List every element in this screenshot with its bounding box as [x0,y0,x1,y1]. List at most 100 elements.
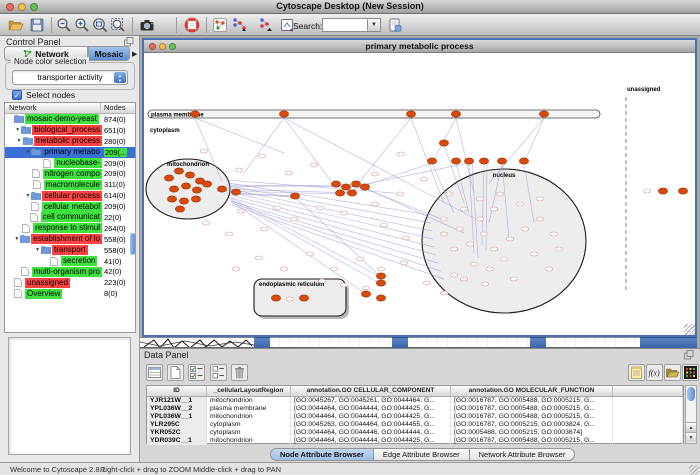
background-window-fragment[interactable] [640,337,697,348]
network-tree-row[interactable]: cellular metabol209(0) [5,201,135,212]
table-row[interactable]: YJR121W__1mitochondrion[GO:0045267, GO:0… [147,397,683,405]
network-tree-row[interactable]: response to stimul264(0) [5,223,135,234]
network-window-titlebar[interactable]: primary metabolic process [144,40,695,53]
graph-node[interactable] [279,111,288,117]
graph-node[interactable] [376,273,385,279]
graph-node[interactable] [299,295,308,301]
graph-node[interactable] [185,172,194,178]
table-mode-icon[interactable] [146,364,163,381]
function-icon[interactable]: f(x) [646,364,663,381]
graph-node[interactable] [331,181,340,187]
tab-network-attribute-browser[interactable]: Network Attribute Browser [470,448,576,461]
help-lifering-icon[interactable] [184,17,200,33]
scrollbar-thumb[interactable] [687,387,695,401]
scroll-up-arrow-icon[interactable]: ▲ [686,422,696,432]
network-tree-row[interactable]: unassigned223(0) [5,277,135,288]
matrix-icon[interactable] [682,364,699,381]
tree-expander-icon[interactable]: ▼ [34,247,41,253]
graph-node[interactable] [406,111,415,117]
table-row[interactable]: YKR052Ccytoplasm[GO:0044464, GO:0044446,… [147,429,683,437]
tree-expander-icon[interactable]: ▼ [14,127,21,133]
window-resize-grip[interactable] [684,324,695,335]
tree-expander-icon[interactable]: ▼ [13,236,20,242]
graph-node[interactable] [658,188,667,194]
select-attributes-icon[interactable] [188,364,205,381]
table-column-header[interactable]: annotation.GO MOLECULAR_FUNCTION [451,386,613,396]
edit-network-icon-2[interactable] [258,17,274,33]
import-folder-icon[interactable] [664,364,681,381]
scroll-down-arrow-icon[interactable]: ▼ [686,432,696,442]
compartment-plasma-membrane[interactable] [148,110,600,118]
network-tree-row[interactable]: macromolecule311(0) [5,179,135,190]
graph-node[interactable] [191,196,200,202]
snapshot-camera-icon[interactable] [139,17,155,33]
graph-node[interactable] [190,111,199,117]
birds-eye-view[interactable] [8,337,131,455]
graph-node[interactable] [169,186,178,192]
graph-node[interactable] [479,158,488,164]
graph-node[interactable] [202,181,211,187]
graph-node[interactable] [290,193,299,199]
background-window-fragment[interactable] [546,337,640,348]
table-row[interactable]: YPL036W__2plasma membrane[GO:0044464, GO… [147,405,683,413]
network-canvas[interactable]: plasma membranecytoplasmmitochondrionnuc… [144,53,695,335]
graph-node[interactable] [347,190,356,196]
table-row[interactable]: YDR039C__1mitochondrion[GO:0044464, GO:0… [147,437,683,445]
graph-node[interactable] [231,189,240,195]
network-tree-row[interactable]: ▼transport558(0) [5,245,135,256]
graph-node[interactable] [376,295,385,301]
zoom-in-icon[interactable] [74,17,90,33]
network-tree-row[interactable]: ▼metabolic process280(0) [5,136,135,147]
graph-node[interactable] [174,168,183,174]
graph-node[interactable] [181,183,190,189]
graph-node[interactable] [175,206,184,212]
delete-attribute-icon[interactable] [231,364,248,381]
tree-expander-icon[interactable]: ▼ [24,149,31,155]
table-scrollbar[interactable]: ▲ ▼ [685,385,697,444]
network-tree-row[interactable]: secretion41(0) [5,256,135,267]
graph-node[interactable] [519,158,528,164]
network-tree-row[interactable]: ▼cellular process614(0) [5,190,135,201]
edit-network-icon-1[interactable] [232,17,248,33]
network-tree-row[interactable]: multi-organism pro42(0) [5,266,135,277]
new-attribute-icon[interactable] [167,364,184,381]
unselect-attributes-icon[interactable] [210,364,227,381]
graph-node[interactable] [439,140,448,146]
graph-node[interactable] [361,291,370,297]
background-window-fragment[interactable] [408,337,530,348]
tree-scrollbar-thumb[interactable] [130,233,135,255]
zoom-fit-icon[interactable] [92,17,108,33]
network-tree-row[interactable]: mosaic-demo-yeast874(0) [5,114,135,125]
graph-node[interactable] [464,158,473,164]
table-column-header[interactable]: annotation.GO CELLULAR_COMPONENT [291,386,451,396]
network-tree-row[interactable]: ▼biological_process651(0) [5,125,135,136]
graph-node[interactable] [271,295,280,301]
graph-node[interactable] [678,188,687,194]
background-window-fragment[interactable] [270,337,392,348]
table-column-header[interactable]: _cellularLayoutRegion [207,386,291,396]
search-input[interactable] [322,18,368,32]
node-color-dropdown[interactable]: transporter activity ▲▼ [12,70,128,85]
graph-node[interactable] [341,184,350,190]
zoom-out-icon[interactable] [56,17,72,33]
tab-mosaic[interactable]: Mosaic [88,46,130,61]
graph-node[interactable] [217,186,226,192]
network-tree-row[interactable]: Overview8(0) [5,288,135,299]
tree-column-network[interactable]: Network [5,103,101,113]
network-tree-row[interactable]: ▼primary metabo209(... [5,147,135,158]
tree-column-nodes[interactable]: Nodes [101,103,135,113]
save-icon[interactable] [29,17,45,33]
graph-node[interactable] [335,190,344,196]
network-tree-row[interactable]: nitrogen compo209(0) [5,168,135,179]
search-settings-icon[interactable] [387,17,403,33]
tree-expander-icon[interactable]: ▼ [24,193,31,199]
background-window-fragment[interactable] [530,337,546,348]
search-dropdown-button[interactable]: ▼ [368,18,381,32]
network-tree-row[interactable]: ▼establishment of lo558(0) [5,234,135,245]
table-column-header[interactable]: ID [147,386,207,396]
graph-node[interactable] [351,181,360,187]
background-window-fragment[interactable] [140,337,254,348]
table-row[interactable]: YLR295Ccytoplasm[GO:0045263, GO:0044464,… [147,421,683,429]
float-panel-icon[interactable] [684,350,694,360]
graph-node[interactable] [451,158,460,164]
